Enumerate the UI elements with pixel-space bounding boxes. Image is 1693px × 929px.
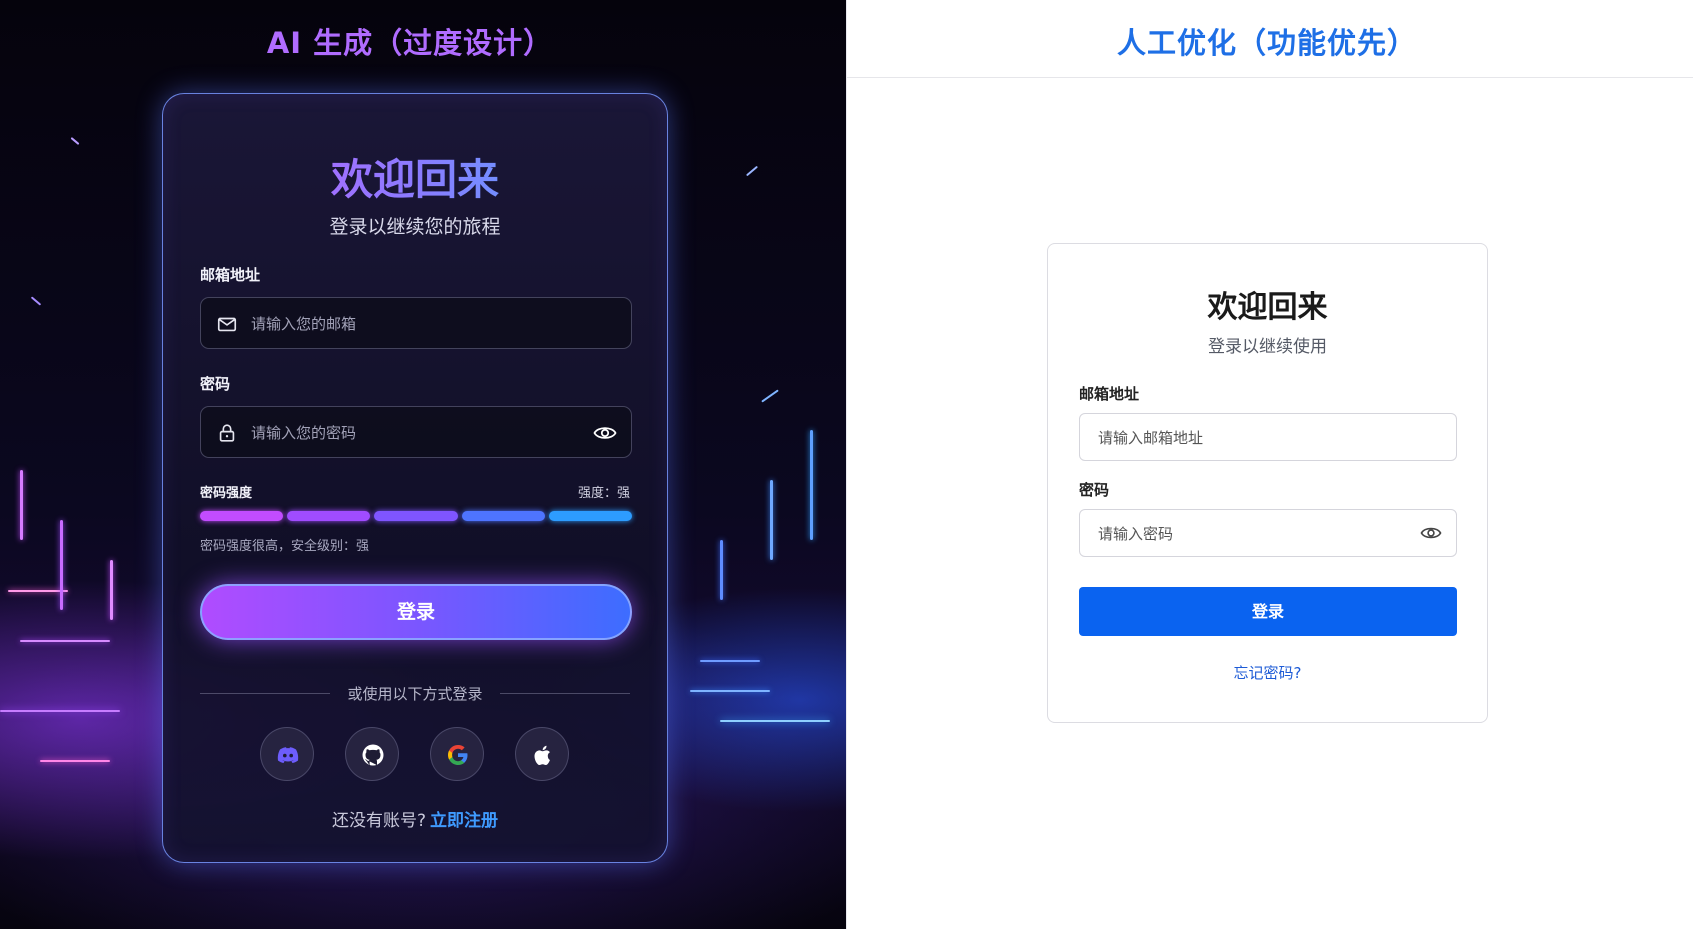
ai-panel-title: AI 生成（过度设计） (266, 26, 554, 60)
title-divider (847, 77, 1693, 78)
google-icon (448, 745, 468, 765)
password-placeholder: 请输入您的密码 (251, 424, 357, 442)
strength-note: 密码强度很高，安全级别：强 (200, 539, 370, 554)
password-field[interactable]: 请输入您的密码 (200, 406, 632, 458)
register-link[interactable]: 立即注册 (430, 811, 498, 831)
github-login-button[interactable] (345, 727, 399, 781)
divider-line-right (500, 693, 630, 694)
human-optimized-panel: 人工优化（功能优先） 欢迎回来 登录以继续使用 邮箱地址 请输入邮箱地址 密码 … (846, 0, 1693, 929)
password-field[interactable]: 请输入密码 (1079, 509, 1457, 557)
eye-icon[interactable] (593, 422, 617, 444)
email-placeholder: 请输入您的邮箱 (251, 315, 357, 333)
card-subheading: 登录以继续使用 (1208, 337, 1327, 357)
discord-login-button[interactable] (260, 727, 314, 781)
ai-generated-panel: AI 生成（过度设计） 欢迎回来 登录以继续您的旅程 邮箱地址 请输入您的邮箱 … (0, 0, 846, 929)
github-icon (362, 744, 384, 766)
forgot-password-link[interactable]: 忘记密码? (1048, 662, 1487, 683)
register-prompt-text: 还没有账号? (331, 811, 427, 831)
strength-segment (548, 511, 633, 521)
strength-value: 强度：强 (577, 486, 630, 501)
login-button[interactable]: 登录 (200, 584, 632, 640)
strength-label: 密码强度 (200, 486, 253, 501)
strength-segment (200, 511, 284, 521)
lock-icon (219, 424, 235, 442)
login-button[interactable]: 登录 (1079, 587, 1457, 636)
neon-login-card: 欢迎回来 登录以继续您的旅程 邮箱地址 请输入您的邮箱 密码 请输入您的密码 密… (162, 93, 668, 863)
register-prompt: 还没有账号? 立即注册 (163, 806, 667, 831)
strength-segment (287, 511, 371, 521)
password-label: 密码 (200, 375, 231, 393)
eye-icon[interactable] (1420, 523, 1442, 543)
human-panel-title: 人工优化（功能优先） (1116, 26, 1417, 60)
strength-segment (461, 511, 545, 521)
apple-login-button[interactable] (515, 727, 569, 781)
password-placeholder: 请输入密码 (1098, 525, 1174, 543)
discord-icon (277, 747, 299, 763)
card-heading: 欢迎回来 (1207, 290, 1328, 325)
email-placeholder: 请输入邮箱地址 (1098, 429, 1204, 447)
email-field[interactable]: 请输入您的邮箱 (200, 297, 632, 349)
email-label: 邮箱地址 (1079, 385, 1140, 403)
mail-icon (217, 317, 237, 332)
strength-segment (374, 511, 458, 521)
card-subheading: 登录以继续您的旅程 (329, 216, 501, 238)
card-heading: 欢迎回来 (163, 146, 667, 207)
email-field[interactable]: 请输入邮箱地址 (1079, 413, 1457, 461)
apple-icon (534, 745, 550, 766)
simple-login-card: 欢迎回来 登录以继续使用 邮箱地址 请输入邮箱地址 密码 请输入密码 登录 忘记… (1047, 243, 1488, 723)
password-label: 密码 (1079, 481, 1110, 499)
google-login-button[interactable] (430, 727, 484, 781)
strength-meter (200, 511, 633, 521)
email-label: 邮箱地址 (200, 266, 261, 284)
